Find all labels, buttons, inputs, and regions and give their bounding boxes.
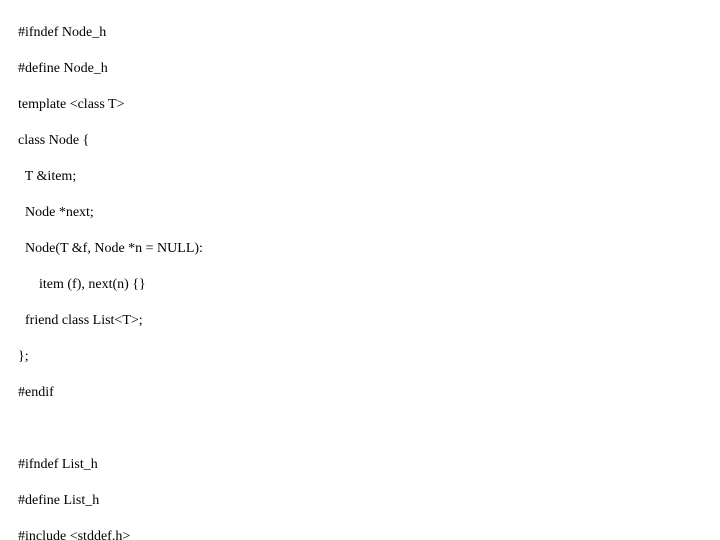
code-line: template <class T> bbox=[18, 96, 720, 114]
code-line bbox=[18, 420, 720, 438]
code-line: item (f), next(n) {} bbox=[18, 276, 720, 294]
code-line: #ifndef List_h bbox=[18, 456, 720, 474]
code-line: #include <stddef.h> bbox=[18, 528, 720, 540]
code-line: }; bbox=[18, 348, 720, 366]
code-line: T &item; bbox=[18, 168, 720, 186]
code-line: #endif bbox=[18, 384, 720, 402]
code-line: Node *next; bbox=[18, 204, 720, 222]
code-line: #ifndef Node_h bbox=[18, 24, 720, 42]
code-line: #define List_h bbox=[18, 492, 720, 510]
code-line: #define Node_h bbox=[18, 60, 720, 78]
code-line: friend class List<T>; bbox=[18, 312, 720, 330]
code-line: Node(T &f, Node *n = NULL): bbox=[18, 240, 720, 258]
code-block: #ifndef Node_h #define Node_h template <… bbox=[0, 0, 720, 540]
code-line: class Node { bbox=[18, 132, 720, 150]
